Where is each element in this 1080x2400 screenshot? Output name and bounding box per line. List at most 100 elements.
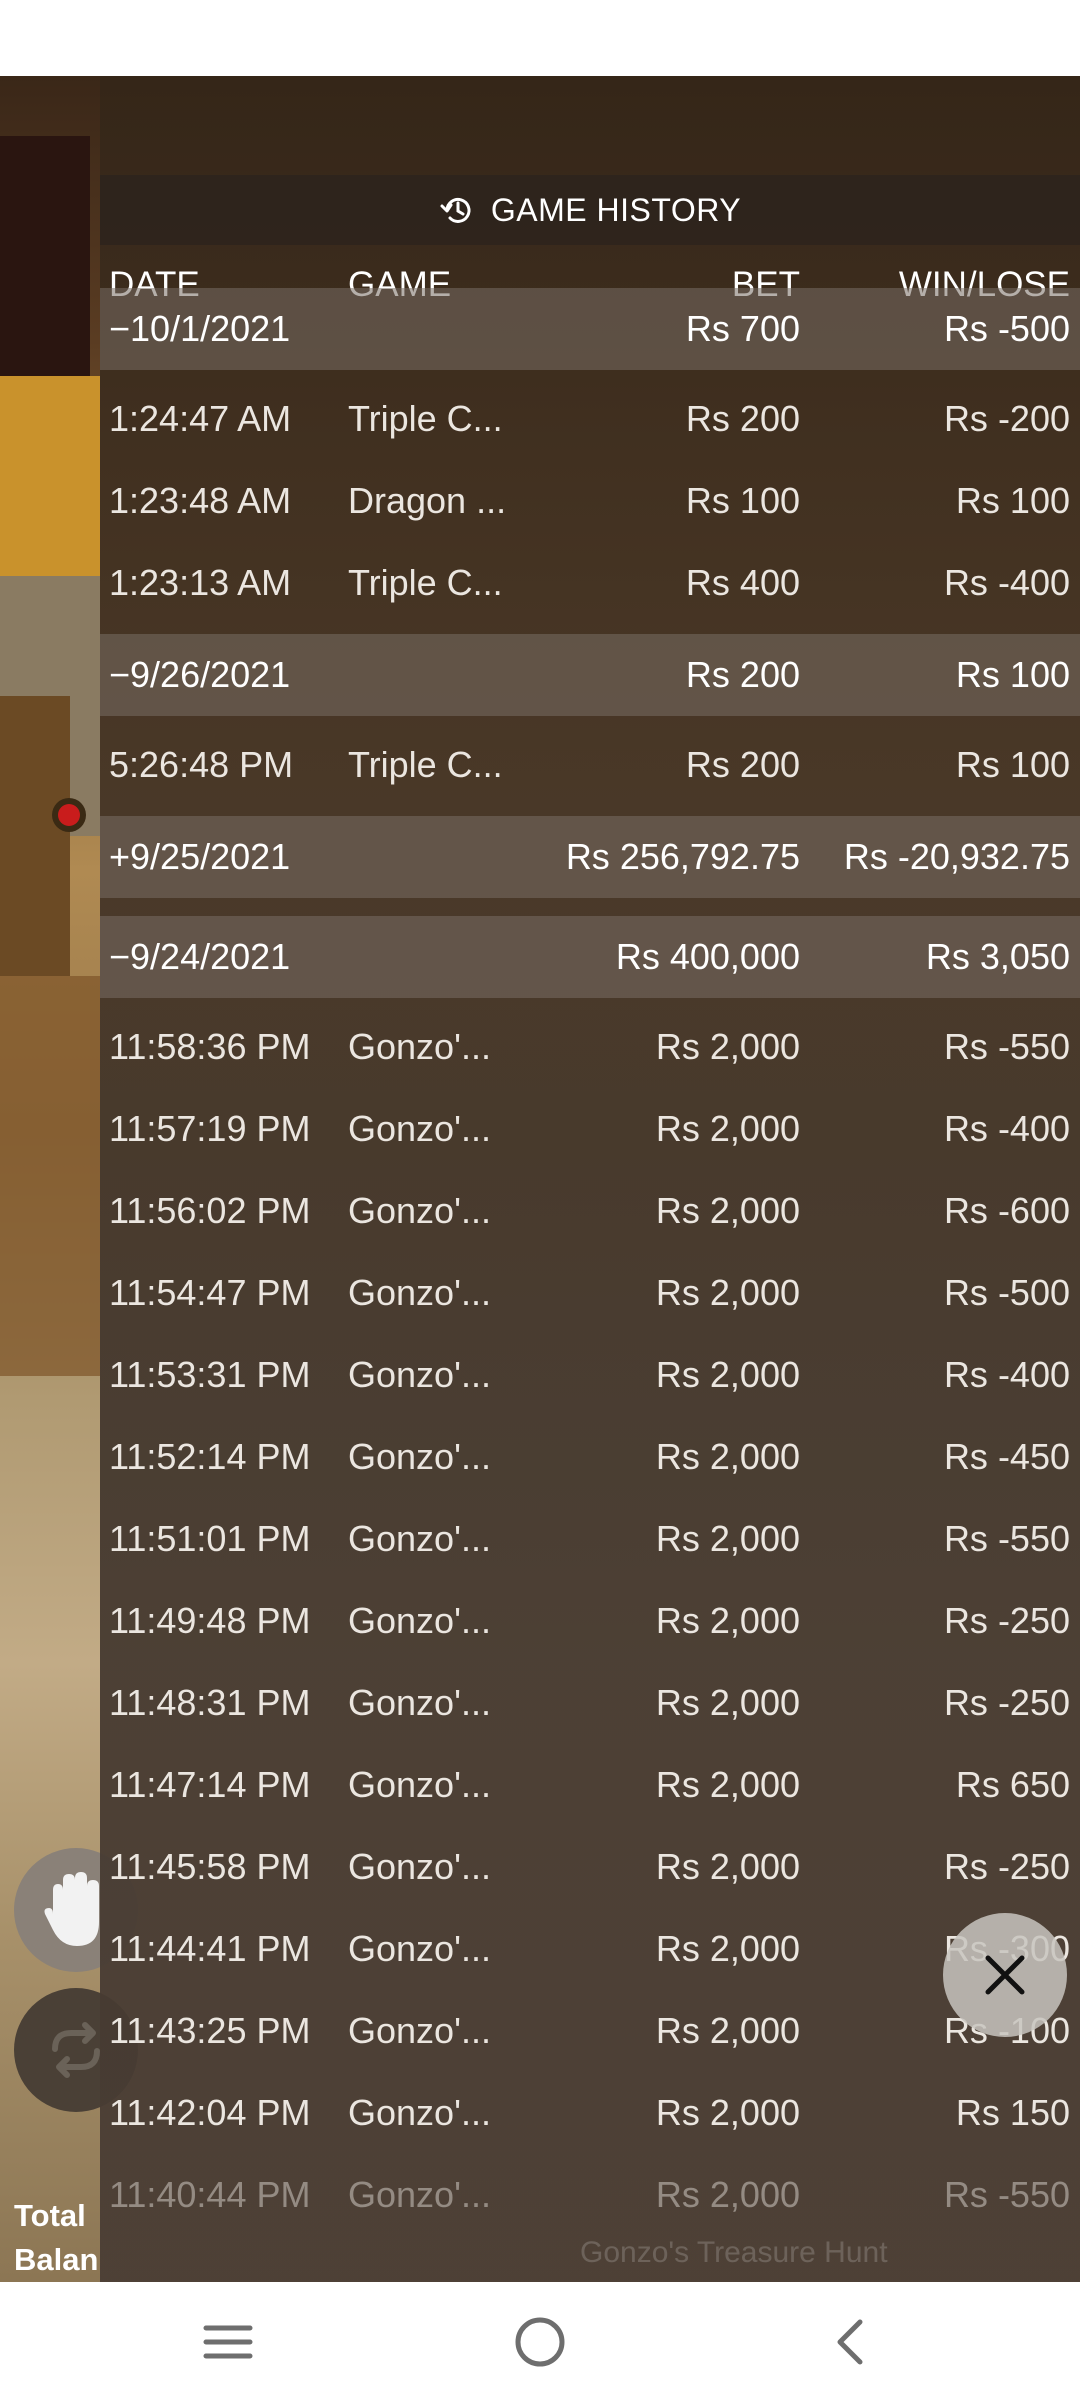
history-row[interactable]: 1:23:13 AM Triple C... Rs 400 Rs -400 [100, 542, 1080, 624]
game-history-panel: GAME HISTORY DATE GAME BET WIN/LOSE −10/… [100, 76, 1080, 2282]
row-bet: Rs 2,000 [655, 1600, 800, 1641]
close-button[interactable] [943, 1913, 1067, 2037]
history-row[interactable]: 11:47:14 PM Gonzo'... Rs 2,000 Rs 650 [100, 1744, 1080, 1826]
total-balance-label: Total Balan [14, 2198, 99, 2277]
row-win-lose: Rs -250 [943, 1682, 1070, 1723]
row-date: 1:23:48 AM [109, 480, 292, 521]
row-game: Gonzo'... [348, 1764, 491, 1805]
row-bet: Rs 200 [685, 744, 800, 785]
row-date: 11:44:41 PM [109, 1928, 311, 1969]
nav-menu-button[interactable] [198, 2312, 258, 2372]
history-row[interactable]: 11:43:25 PM Gonzo'... Rs 2,000 Rs -100 [100, 1990, 1080, 2072]
row-date: 11:49:48 PM [109, 1600, 311, 1641]
row-date: −9/26/2021 [109, 654, 291, 695]
row-date: 1:23:13 AM [109, 562, 292, 603]
row-win-lose: Rs -200 [943, 398, 1070, 439]
row-win-lose: Rs -400 [943, 562, 1070, 603]
history-row[interactable]: 11:42:04 PM Gonzo'... Rs 2,000 Rs 150 [100, 2072, 1080, 2154]
row-date: 11:42:04 PM [109, 2092, 311, 2133]
row-date: 1:24:47 AM [109, 398, 292, 439]
row-date: 11:51:01 PM [109, 1518, 311, 1559]
row-win-lose: Rs -400 [943, 1354, 1070, 1395]
game-watermark: Gonzo's Treasure Hunt [580, 2236, 888, 2269]
row-date: 11:53:31 PM [109, 1354, 311, 1395]
back-icon [837, 2319, 863, 2365]
row-date: 11:47:14 PM [109, 1764, 311, 1805]
row-game: Dragon ... [348, 480, 507, 521]
row-date: 11:52:14 PM [109, 1436, 311, 1477]
row-win-lose: Rs 100 [955, 654, 1070, 695]
row-win-lose: Rs 100 [955, 480, 1070, 521]
row-date: −9/24/2021 [109, 936, 291, 977]
row-bet: Rs 2,000 [655, 1764, 800, 1805]
row-game: Gonzo'... [348, 1682, 491, 1723]
row-date: 11:57:19 PM [109, 1108, 311, 1149]
row-date: 11:58:36 PM [109, 1026, 311, 1067]
home-icon [515, 2317, 565, 2367]
date-group-row[interactable]: −10/1/2021 Rs 700 Rs -500 [100, 288, 1080, 370]
row-win-lose: Rs -500 [943, 1272, 1070, 1313]
history-row[interactable]: 11:58:36 PM Gonzo'... Rs 2,000 Rs -550 [100, 1006, 1080, 1088]
row-bet: Rs 400 [685, 562, 800, 603]
row-win-lose: Rs 650 [955, 1764, 1070, 1805]
row-game: Gonzo'... [348, 1436, 491, 1477]
row-game: Gonzo'... [348, 1026, 491, 1067]
history-row[interactable]: 11:45:58 PM Gonzo'... Rs 2,000 Rs -250 [100, 1826, 1080, 1908]
row-bet: Rs 400,000 [615, 936, 800, 977]
panel-title-text: GAME HISTORY [490, 191, 742, 228]
status-bar [0, 0, 1080, 76]
date-group-row[interactable]: +9/25/2021 Rs 256,792.75 Rs -20,932.75 [100, 816, 1080, 898]
history-row[interactable]: 11:56:02 PM Gonzo'... Rs 2,000 Rs -600 [100, 1170, 1080, 1252]
panel-title: GAME HISTORY [100, 175, 1080, 245]
row-win-lose: Rs -550 [943, 1026, 1070, 1067]
row-bet: Rs 700 [685, 308, 800, 349]
row-bet: Rs 2,000 [655, 1272, 800, 1313]
row-bet: Rs 2,000 [655, 1928, 800, 1969]
history-row[interactable]: 11:44:41 PMGonzo'...Rs 2,000Rs -300 [100, 1908, 1080, 1990]
history-row[interactable]: 11:40:44 PM Gonzo'... Rs 2,000 Rs -550 [100, 2154, 1080, 2236]
history-row[interactable]: 11:54:47 PM Gonzo'... Rs 2,000 Rs -500 [100, 1252, 1080, 1334]
row-date: −10/1/2021 [109, 308, 291, 349]
date-group-row[interactable]: −9/26/2021 Rs 200 Rs 100 [100, 634, 1080, 716]
date-group-row[interactable]: −9/24/2021 Rs 400,000 Rs 3,050 [100, 916, 1080, 998]
history-row[interactable]: 5:26:48 PM Triple C... Rs 200 Rs 100 [100, 724, 1080, 806]
history-row[interactable]: 11:49:48 PM Gonzo'... Rs 2,000 Rs -250 [100, 1580, 1080, 1662]
history-row[interactable]: 11:57:19 PM Gonzo'... Rs 2,000 Rs -400 [100, 1088, 1080, 1170]
row-date: 11:48:31 PM [109, 1682, 311, 1723]
row-win-lose: Rs 3,050 [925, 936, 1070, 977]
row-game: Gonzo'... [348, 1190, 491, 1231]
row-bet: Rs 2,000 [655, 1354, 800, 1395]
row-game: Gonzo'... [348, 1846, 491, 1887]
row-game: Triple C... [348, 744, 503, 785]
row-game: Gonzo'... [348, 1928, 491, 1969]
row-game: Triple C... [348, 562, 503, 603]
history-row[interactable]: 11:52:14 PM Gonzo'... Rs 2,000 Rs -450 [100, 1416, 1080, 1498]
row-bet: Rs 2,000 [655, 1436, 800, 1477]
row-game: Gonzo'... [348, 1354, 491, 1395]
history-row[interactable]: 11:51:01 PM Gonzo'... Rs 2,000 Rs -550 [100, 1498, 1080, 1580]
nav-home-button[interactable] [510, 2312, 570, 2372]
row-game: Gonzo'... [348, 2092, 491, 2133]
gem-icon [58, 804, 80, 826]
history-icon [439, 191, 477, 229]
art-character [0, 976, 100, 1376]
nav-back-button[interactable] [820, 2312, 880, 2372]
art-dark-panel [0, 136, 90, 376]
row-win-lose: Rs -550 [943, 2174, 1070, 2215]
history-row[interactable]: 11:48:31 PM Gonzo'... Rs 2,000 Rs -250 [100, 1662, 1080, 1744]
history-row[interactable]: 1:24:47 AM Triple C... Rs 200 Rs -200 [100, 378, 1080, 460]
row-win-lose: Rs -500 [943, 308, 1070, 349]
row-date: 11:54:47 PM [109, 1272, 311, 1313]
row-win-lose: Rs -450 [943, 1436, 1070, 1477]
row-win-lose: Rs 100 [955, 744, 1070, 785]
art-gold-panel [0, 376, 100, 576]
history-row[interactable]: 11:53:31 PM Gonzo'... Rs 2,000 Rs -400 [100, 1334, 1080, 1416]
row-win-lose: Rs -600 [943, 1190, 1070, 1231]
row-bet: Rs 2,000 [655, 1682, 800, 1723]
menu-icon [203, 2325, 253, 2359]
art-idol [0, 696, 70, 976]
history-row[interactable]: 1:23:48 AM Dragon ... Rs 100 Rs 100 [100, 460, 1080, 542]
row-game: Gonzo'... [348, 1272, 491, 1313]
row-bet: Rs 2,000 [655, 1846, 800, 1887]
row-bet: Rs 256,792.75 [565, 836, 800, 877]
